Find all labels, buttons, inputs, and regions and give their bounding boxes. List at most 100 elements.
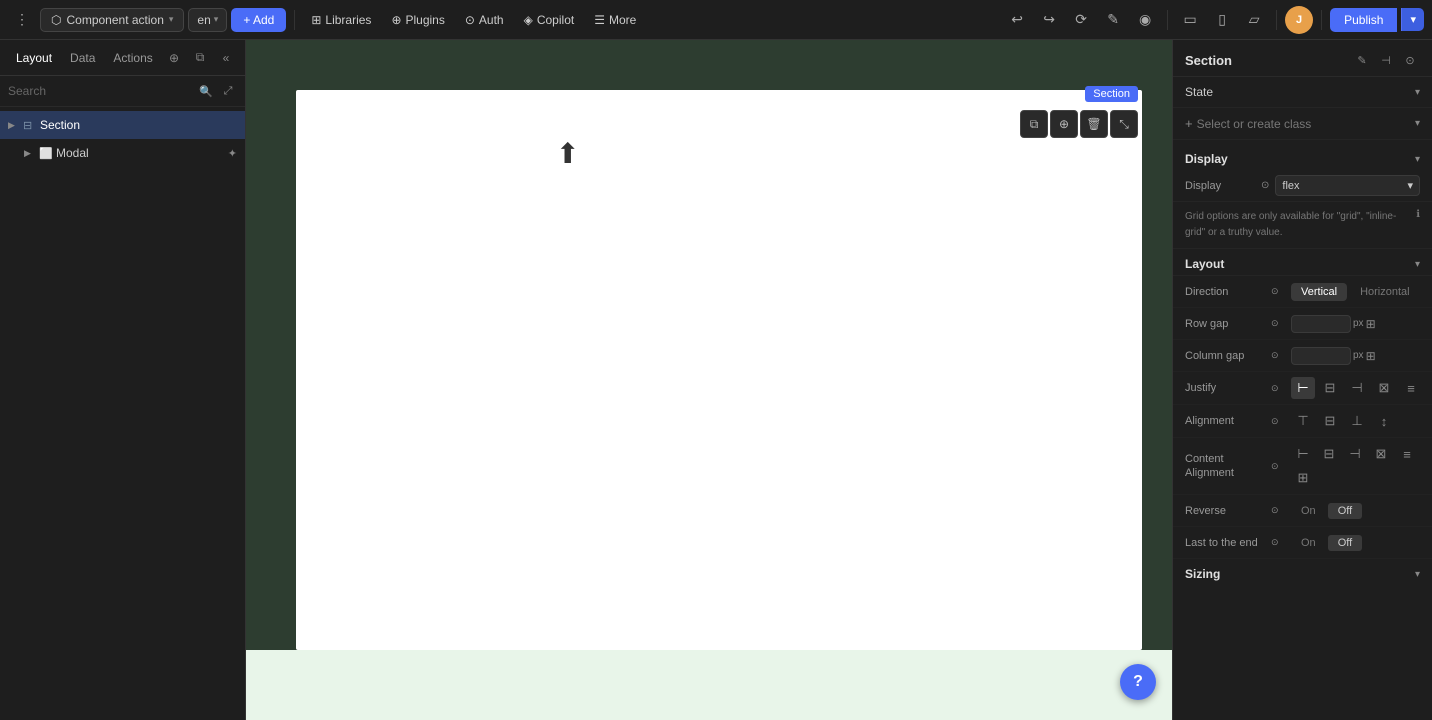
left-panel: Layout Data Actions ⊕ ⧉ « 🔍 ⤢ ▶ ⊟ Sect [0, 40, 246, 720]
direction-horizontal-btn[interactable]: Horizontal [1350, 283, 1420, 301]
justify-around-btn[interactable]: ≡ [1399, 377, 1423, 399]
content-align-6-btn[interactable]: ⊞ [1291, 467, 1315, 489]
detach-icon-btn[interactable]: ⊣ [1376, 50, 1396, 70]
reverse-controls: On Off [1291, 503, 1362, 519]
reverse-off-btn[interactable]: Off [1328, 503, 1362, 519]
edit-icon-btn[interactable]: ✎ [1352, 50, 1372, 70]
publish-button[interactable]: Publish [1330, 8, 1397, 32]
col-gap-input[interactable] [1291, 347, 1351, 365]
display-select[interactable]: flex ▾ [1275, 175, 1420, 196]
content-align-label: Content Alignment [1185, 452, 1265, 481]
state-row[interactable]: State ▾ [1173, 77, 1432, 108]
component-action-btn[interactable]: ⬡ Component action ▾ [40, 8, 184, 32]
align-stretch-btn[interactable]: ↕ [1372, 410, 1396, 432]
eye-btn[interactable]: ◉ [1131, 6, 1159, 34]
redo-btn[interactable]: ↪ [1035, 6, 1063, 34]
add-element-btn[interactable]: ⊕ [163, 47, 185, 69]
mobile-view-btn[interactable]: ▱ [1240, 6, 1268, 34]
content-align-2-btn[interactable]: ⊟ [1317, 443, 1341, 465]
separator [1276, 10, 1277, 30]
settings-icon-btn[interactable]: ⊙ [1400, 50, 1420, 70]
publish-caret-btn[interactable]: ▾ [1401, 8, 1424, 31]
grid-icon: ⊞ [1366, 349, 1376, 363]
lang-selector[interactable]: en ▾ [188, 8, 227, 32]
content-align-3-btn[interactable]: ⊣ [1343, 443, 1367, 465]
tab-layout[interactable]: Layout [8, 47, 60, 69]
last-to-end-off-btn[interactable]: Off [1328, 535, 1362, 551]
row-gap-row: Row gap ⊙ px ⊞ [1173, 308, 1432, 340]
bind-icon: ⊙ [1271, 461, 1285, 472]
avatar[interactable]: J [1285, 6, 1313, 34]
row-gap-input[interactable] [1291, 315, 1351, 333]
bind-icon: ⊙ [1271, 537, 1285, 548]
bind-icon: ⊙ [1271, 350, 1285, 361]
tree-item-modal[interactable]: ▶ ⬜ Modal ✦ [0, 139, 245, 167]
row-gap-input-wrap: px ⊞ [1291, 315, 1420, 333]
refresh-btn[interactable]: ⟳ [1067, 6, 1095, 34]
panel-actions: ⊕ ⧉ « [163, 47, 237, 69]
class-row[interactable]: + Select or create class ▾ [1173, 108, 1432, 140]
libraries-btn[interactable]: ⊞ Libraries [303, 9, 379, 31]
canvas-area[interactable]: Section ⧉ ⊕ 🗑 ⤡ ⬆ [246, 40, 1172, 720]
content-align-4-btn[interactable]: ⊠ [1369, 443, 1393, 465]
justify-start-btn[interactable]: ⊢ [1291, 377, 1315, 399]
align-middle-btn[interactable]: ⊟ [1318, 410, 1342, 432]
row-gap-label: Row gap [1185, 318, 1265, 330]
sizing-chevron-icon[interactable]: ▾ [1415, 569, 1420, 580]
search-row: 🔍 ⤢ [0, 76, 245, 107]
direction-vertical-btn[interactable]: Vertical [1291, 283, 1347, 301]
tree-item-section[interactable]: ▶ ⊟ Section [0, 111, 245, 139]
grid-info-row: ℹ Grid options are only available for "g… [1173, 202, 1432, 249]
display-chevron-icon[interactable]: ▾ [1415, 154, 1420, 165]
search-btn[interactable]: 🔍 [197, 82, 215, 100]
align-bottom-btn[interactable]: ⊥ [1345, 410, 1369, 432]
content-align-controls: ⊢ ⊟ ⊣ ⊠ ≡ ⊞ [1291, 443, 1420, 489]
last-to-end-on-btn[interactable]: On [1291, 535, 1326, 551]
layout-chevron-icon[interactable]: ▾ [1415, 259, 1420, 270]
hamburger-menu-btn[interactable]: ⋮ [8, 6, 36, 34]
canvas-delete-btn[interactable]: 🗑 [1080, 110, 1108, 138]
content-align-5-btn[interactable]: ≡ [1395, 443, 1419, 465]
plugins-btn[interactable]: ⊕ Plugins [383, 9, 452, 31]
align-top-btn[interactable]: ⊤ [1291, 410, 1315, 432]
help-button[interactable]: ? [1120, 664, 1156, 700]
copy-element-btn[interactable]: ⧉ [189, 47, 211, 69]
modal-icon: ⬜ [39, 147, 53, 160]
expand-search-btn[interactable]: ⤢ [219, 82, 237, 100]
display-section-title: Display [1185, 152, 1228, 166]
libraries-icon: ⊞ [311, 13, 321, 27]
last-to-end-label: Last to the end [1185, 537, 1265, 549]
justify-center-btn[interactable]: ⊟ [1318, 377, 1342, 399]
canvas-copy-btn[interactable]: ⧉ [1020, 110, 1048, 138]
last-to-end-controls: On Off [1291, 535, 1362, 551]
tab-data[interactable]: Data [62, 47, 103, 69]
search-input[interactable] [8, 84, 193, 98]
copilot-btn[interactable]: ◈ Copilot [516, 9, 583, 31]
more-btn[interactable]: ☰ More [586, 9, 644, 31]
pen-btn[interactable]: ✎ [1099, 6, 1127, 34]
undo-btn[interactable]: ↩ [1003, 6, 1031, 34]
tablet-view-btn[interactable]: ▯ [1208, 6, 1236, 34]
justify-controls: ⊢ ⊟ ⊣ ⊠ ≡ [1291, 377, 1423, 399]
canvas-expand-btn[interactable]: ⤡ [1110, 110, 1138, 138]
canvas-toolbar: ⧉ ⊕ 🗑 ⤡ [1020, 110, 1138, 138]
right-panel-icons: ✎ ⊣ ⊙ [1352, 50, 1420, 70]
collapse-panel-btn[interactable]: « [215, 47, 237, 69]
tab-actions[interactable]: Actions [105, 47, 160, 69]
display-section-header: Display ▾ [1173, 144, 1432, 170]
copilot-label: Copilot [537, 13, 574, 27]
tree-item-label: Modal [56, 146, 225, 160]
reverse-on-btn[interactable]: On [1291, 503, 1326, 519]
bind-icon: ⊙ [1271, 383, 1285, 394]
add-button[interactable]: + Add [231, 8, 286, 32]
auth-btn[interactable]: ⊙ Auth [457, 9, 512, 31]
more-label: More [609, 13, 636, 27]
justify-between-btn[interactable]: ⊠ [1372, 377, 1396, 399]
justify-end-btn[interactable]: ⊣ [1345, 377, 1369, 399]
canvas-duplicate-btn[interactable]: ⊕ [1050, 110, 1078, 138]
right-panel-header: Section ✎ ⊣ ⊙ [1173, 40, 1432, 77]
content-align-1-btn[interactable]: ⊢ [1291, 443, 1315, 465]
canvas-content [296, 90, 1142, 650]
lang-label: en [197, 13, 210, 27]
desktop-view-btn[interactable]: ▭ [1176, 6, 1204, 34]
